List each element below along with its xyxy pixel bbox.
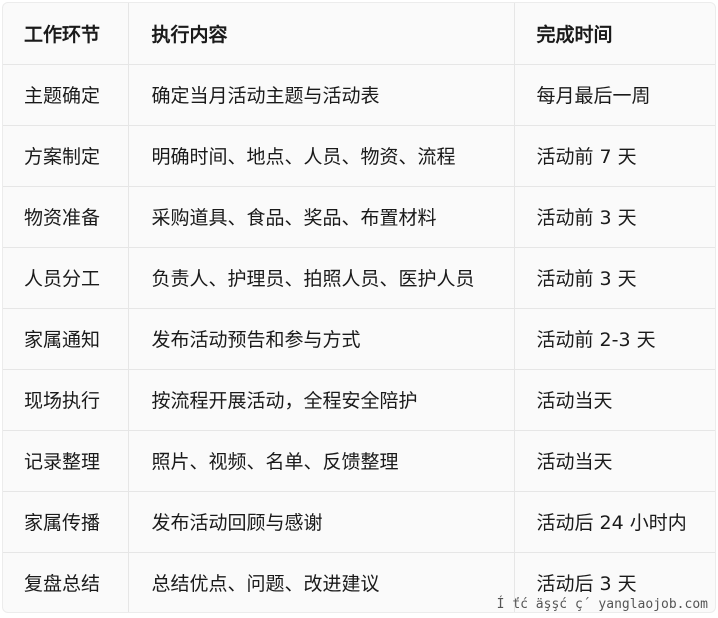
cell-content: 照片、视频、名单、反馈整理: [127, 430, 514, 492]
header-stage: 工作环节: [3, 3, 128, 65]
cell-stage: 主题确定: [3, 64, 128, 126]
table-row: 物资准备 采购道具、食品、奖品、布置材料 活动前 3 天: [3, 186, 715, 248]
cell-content: 明确时间、地点、人员、物资、流程: [127, 125, 514, 187]
watermark: Í ťć äşşć ç´ yanglaojob.com: [496, 597, 708, 612]
cell-content: 发布活动预告和参与方式: [127, 308, 514, 370]
table-row: 现场执行 按流程开展活动，全程安全陪护 活动当天: [3, 369, 715, 431]
cell-stage: 方案制定: [3, 125, 128, 187]
cell-content: 采购道具、食品、奖品、布置材料: [127, 186, 514, 248]
cell-deadline: 活动前 7 天: [513, 125, 715, 187]
cell-stage: 现场执行: [3, 369, 128, 431]
schedule-table-container: 工作环节 执行内容 完成时间 主题确定 确定当月活动主题与活动表 每月最后一周 …: [2, 2, 716, 613]
cell-deadline: 活动前 2-3 天: [513, 308, 715, 370]
cell-stage: 家属传播: [3, 491, 128, 553]
cell-stage: 家属通知: [3, 308, 128, 370]
cell-deadline: 活动前 3 天: [513, 247, 715, 309]
cell-content: 发布活动回顾与感谢: [127, 491, 514, 553]
cell-content: 确定当月活动主题与活动表: [127, 64, 514, 126]
table-row: 主题确定 确定当月活动主题与活动表 每月最后一周: [3, 64, 715, 126]
table-row: 家属通知 发布活动预告和参与方式 活动前 2-3 天: [3, 308, 715, 370]
cell-content: 按流程开展活动，全程安全陪护: [127, 369, 514, 431]
table-header-row: 工作环节 执行内容 完成时间: [3, 3, 715, 65]
table-row: 家属传播 发布活动回顾与感谢 活动后 24 小时内: [3, 491, 715, 553]
cell-content: 总结优点、问题、改进建议: [127, 552, 514, 612]
cell-content: 负责人、护理员、拍照人员、医护人员: [127, 247, 514, 309]
header-content: 执行内容: [127, 3, 514, 65]
cell-deadline: 活动当天: [513, 369, 715, 431]
schedule-table: 工作环节 执行内容 完成时间 主题确定 确定当月活动主题与活动表 每月最后一周 …: [3, 3, 715, 612]
cell-deadline: 活动后 24 小时内: [513, 491, 715, 553]
table-row: 方案制定 明确时间、地点、人员、物资、流程 活动前 7 天: [3, 125, 715, 187]
cell-stage: 物资准备: [3, 186, 128, 248]
cell-stage: 复盘总结: [24, 573, 101, 596]
cell-stage: 人员分工: [3, 247, 128, 309]
table-row: 人员分工 负责人、护理员、拍照人员、医护人员 活动前 3 天: [3, 247, 715, 309]
cell-deadline: 活动前 3 天: [513, 186, 715, 248]
header-deadline: 完成时间: [513, 3, 715, 65]
table-row: 记录整理 照片、视频、名单、反馈整理 活动当天: [3, 430, 715, 492]
cell-deadline: 活动当天: [513, 430, 715, 492]
cell-deadline: 每月最后一周: [513, 64, 715, 126]
cell-stage: 记录整理: [3, 430, 128, 492]
